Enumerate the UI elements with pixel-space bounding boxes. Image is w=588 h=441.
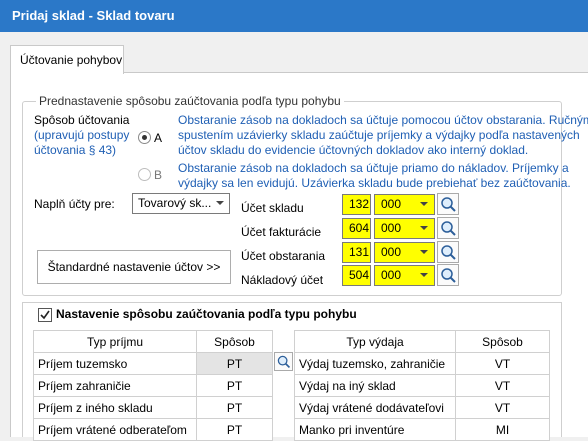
cell-type[interactable]: Výdaj vrátené dodávateľovi: [294, 396, 456, 419]
account-obstarania-analytic-value: 000: [381, 245, 402, 259]
search-icon[interactable]: [437, 193, 459, 215]
account-label-sklad: Účet skladu: [241, 201, 304, 215]
account-obstarania-analytic[interactable]: 000: [374, 242, 435, 263]
cell-method[interactable]: VT: [455, 352, 550, 375]
table-row[interactable]: Výdaj vrátené dodávateľovi VT: [294, 396, 550, 419]
checkmark-icon: [40, 310, 50, 320]
option-b-radio[interactable]: [138, 168, 151, 181]
account-fakturacie-analytic[interactable]: 000: [374, 218, 435, 239]
account-nakladovy-analytic[interactable]: 000: [374, 265, 435, 286]
account-sklad-synthetic[interactable]: 132: [342, 194, 371, 215]
option-b-description-2: výdajky sa len evidujú. Uzávierka skladu…: [178, 176, 571, 190]
account-obstarania-synthetic[interactable]: 131: [342, 242, 371, 263]
table-row[interactable]: Výdaj tuzemsko, zahraničie VT: [294, 352, 550, 375]
column-header[interactable]: Spôsob: [196, 330, 273, 353]
chevron-down-icon: [216, 201, 224, 205]
table-header-row: Typ výdaja Spôsob: [294, 330, 550, 353]
cell-method[interactable]: MI: [455, 418, 550, 441]
account-label-obstarania: Účet obstarania: [241, 249, 326, 263]
account-label-nakladovy: Nákladový účet: [241, 273, 324, 287]
option-a-description-1: Obstaranie zásob na dokladoch sa účtuje …: [178, 113, 588, 127]
cell-type[interactable]: Manko pri inventúre: [294, 418, 456, 441]
cell-type[interactable]: Príjem zahraničie: [33, 374, 197, 397]
issue-table: Typ výdaja Spôsob Výdaj tuzemsko, zahran…: [294, 330, 550, 441]
title-bar: Pridaj sklad - Sklad tovaru: [0, 0, 588, 32]
movement-checkbox[interactable]: [38, 308, 52, 322]
cell-type[interactable]: Výdaj na iný sklad: [294, 374, 456, 397]
default-accounts-button-label: Štandardné nastavenie účtov >>: [47, 260, 221, 274]
tab-uctovanie-pohybov[interactable]: Účtovanie pohybov: [10, 45, 124, 74]
cell-type[interactable]: Príjem z iného skladu: [33, 396, 197, 419]
option-a-description-2: spustením uzávierky skladu zaúčtuje príj…: [178, 128, 580, 142]
fill-accounts-value: Tovarový sk...: [138, 196, 212, 210]
cell-method[interactable]: PT: [196, 374, 273, 397]
cell-method[interactable]: VT: [455, 374, 550, 397]
movement-group-title: Nastavenie spôsobu zaúčtovania podľa typ…: [56, 307, 357, 321]
cell-method[interactable]: PT: [196, 352, 273, 375]
account-sklad-synthetic-value: 132: [349, 197, 370, 211]
default-accounts-button[interactable]: Štandardné nastavenie účtov >>: [37, 250, 231, 284]
cell-method[interactable]: PT: [196, 418, 273, 441]
search-icon[interactable]: [274, 352, 293, 371]
cell-method[interactable]: VT: [455, 396, 550, 419]
window-title: Pridaj sklad - Sklad tovaru: [12, 8, 175, 23]
table-row[interactable]: Príjem z iného skladu PT: [33, 396, 273, 419]
posting-preset-group-title: Prednastavenie spôsobu zaúčtovania podľa…: [36, 94, 344, 108]
column-header[interactable]: Typ výdaja: [294, 330, 456, 353]
cell-type[interactable]: Príjem tuzemsko: [33, 352, 197, 375]
search-icon[interactable]: [437, 241, 459, 263]
account-fakturacie-synthetic[interactable]: 604: [342, 218, 371, 239]
column-header[interactable]: Spôsob: [455, 330, 550, 353]
table-header-row: Typ príjmu Spôsob: [33, 330, 273, 353]
account-nakladovy-analytic-value: 000: [381, 268, 402, 282]
account-obstarania-synthetic-value: 131: [349, 245, 370, 259]
search-icon[interactable]: [437, 264, 459, 286]
table-row[interactable]: Príjem zahraničie PT: [33, 374, 273, 397]
fill-accounts-label: Naplň účty pre:: [34, 197, 115, 211]
fill-accounts-select[interactable]: Tovarový sk...: [132, 193, 230, 214]
chevron-down-icon: [420, 202, 428, 206]
chevron-down-icon: [420, 273, 428, 277]
table-row[interactable]: Príjem vrátené odberateľom PT: [33, 418, 273, 441]
table-row[interactable]: Manko pri inventúre MI: [294, 418, 550, 441]
option-a-label[interactable]: A: [154, 131, 162, 145]
cell-type[interactable]: Príjem vrátené odberateľom: [33, 418, 197, 441]
chevron-down-icon: [420, 226, 428, 230]
method-label: Spôsob účtovania: [34, 113, 130, 127]
table-row[interactable]: Príjem tuzemsko PT: [33, 352, 273, 375]
account-nakladovy-synthetic[interactable]: 504: [342, 265, 371, 286]
option-b-description-1: Obstaranie zásob na dokladoch sa účtuje …: [178, 161, 569, 175]
account-sklad-analytic-value: 000: [381, 197, 402, 211]
cell-method[interactable]: PT: [196, 396, 273, 419]
option-a-description-3: účtov skladu do evidencie účtovných dokl…: [178, 143, 529, 157]
cell-type[interactable]: Výdaj tuzemsko, zahraničie: [294, 352, 456, 375]
method-note: (upravujú postupy účtovania § 43): [34, 128, 130, 157]
account-sklad-analytic[interactable]: 000: [374, 194, 435, 215]
search-icon[interactable]: [437, 217, 459, 239]
option-b-label[interactable]: B: [154, 168, 162, 182]
option-a-radio[interactable]: [138, 131, 151, 144]
table-row[interactable]: Výdaj na iný sklad VT: [294, 374, 550, 397]
account-label-fakturacie: Účet fakturácie: [241, 225, 322, 239]
tab-label: Účtovanie pohybov: [20, 53, 123, 67]
account-nakladovy-synthetic-value: 504: [349, 268, 370, 282]
column-header[interactable]: Typ príjmu: [33, 330, 197, 353]
chevron-down-icon: [420, 250, 428, 254]
receipt-table: Typ príjmu Spôsob Príjem tuzemsko PT Prí…: [33, 330, 273, 441]
account-fakturacie-analytic-value: 000: [381, 221, 402, 235]
account-fakturacie-synthetic-value: 604: [349, 221, 370, 235]
